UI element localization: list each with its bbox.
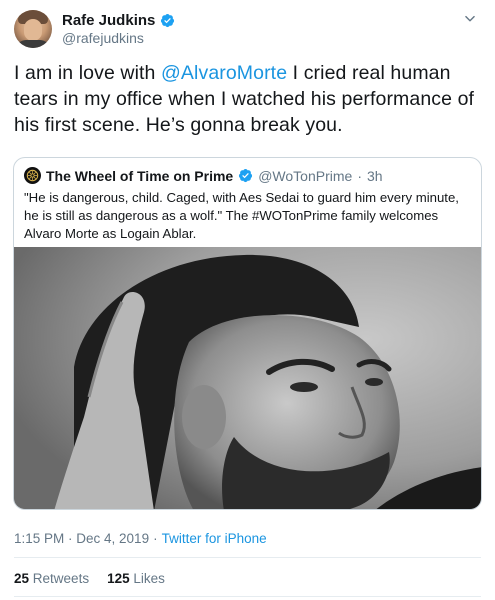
likes-label: Likes [133,571,165,586]
quoted-tweet-text: "He is dangerous, child. Caged, with Aes… [24,190,459,241]
chevron-down-icon[interactable] [461,10,479,28]
divider [14,557,481,558]
tweet-stats: 25 Retweets 125 Likes [14,571,165,586]
divider [14,596,481,597]
dot-separator: · [357,167,362,184]
likes-stat[interactable]: 125 Likes [107,571,165,586]
wheel-of-time-logo-icon [24,167,41,184]
tweet-meta: 1:15 PM · Dec 4, 2019 · Twitter for iPho… [14,531,267,546]
mention-link[interactable]: @AlvaroMorte [161,62,287,84]
author-display-name[interactable]: Rafe Judkins [62,12,155,29]
tweet-card: Rafe Judkins @rafejudkins I am in love w… [0,0,495,600]
tweet-text-part: I am in love with [14,62,162,84]
avatar-face [24,19,42,41]
tweet-text: I am in love with @AlvaroMorte I cried r… [14,60,484,138]
author-name-row: Rafe Judkins [62,12,175,29]
dot-separator: · [153,531,158,546]
avatar-shirt [16,40,50,48]
verified-badge-icon [160,13,175,28]
quoted-author-handle[interactable]: @WoTonPrime [258,168,352,184]
avatar[interactable] [14,10,52,48]
quoted-author-name[interactable]: The Wheel of Time on Prime [46,168,233,184]
quoted-tweet-photo[interactable] [14,247,481,509]
author-handle[interactable]: @rafejudkins [62,30,144,46]
quoted-tweet-time[interactable]: 3h [367,168,383,184]
likes-count: 125 [107,571,130,586]
quoted-tweet-header: The Wheel of Time on Prime @WoTonPrime ·… [24,167,383,184]
retweets-label: Retweets [32,571,90,586]
tweet-timestamp[interactable]: 1:15 PM · Dec 4, 2019 [14,531,149,546]
quoted-tweet[interactable]: The Wheel of Time on Prime @WoTonPrime ·… [13,157,482,510]
tweet-source-link[interactable]: Twitter for iPhone [162,531,267,546]
verified-badge-icon [238,168,253,183]
retweets-stat[interactable]: 25 Retweets [14,571,89,586]
retweets-count: 25 [14,571,30,586]
